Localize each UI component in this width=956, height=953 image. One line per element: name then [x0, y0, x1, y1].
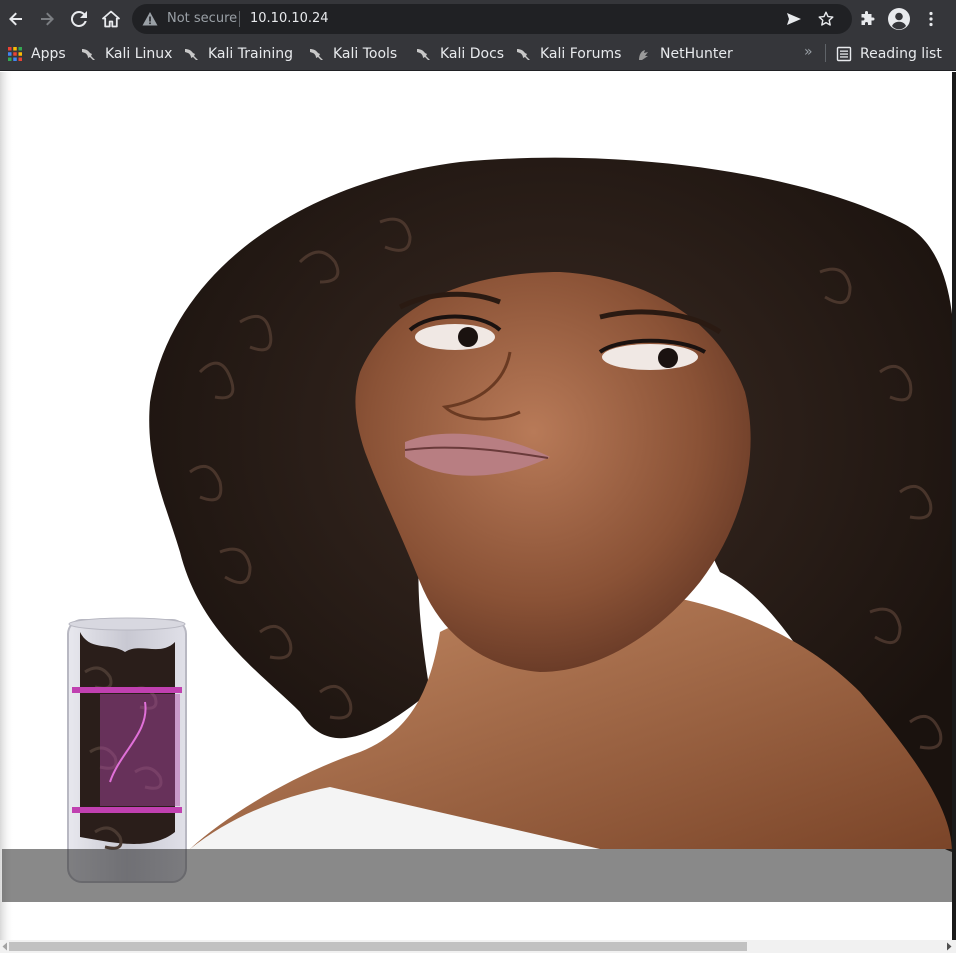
- bookmark-kali-forums[interactable]: Kali Forums: [516, 43, 621, 65]
- hero-image: [0, 72, 956, 940]
- bookmarks-bar: Apps Kali Linux Kali Training Kali Tools…: [0, 38, 956, 71]
- bookmark-label: Kali Forums: [540, 46, 622, 62]
- send-tab-button[interactable]: [778, 3, 810, 35]
- profile-button[interactable]: [883, 3, 915, 35]
- nethunter-icon: [639, 50, 648, 60]
- extensions-button[interactable]: [851, 3, 883, 35]
- bookmark-kali-linux[interactable]: Kali Linux: [81, 43, 172, 65]
- address-bar[interactable]: Not secure 10.10.10.24: [132, 4, 852, 34]
- more-vert-icon: [929, 11, 933, 27]
- kali-dragon-icon: [517, 49, 530, 60]
- security-status-label[interactable]: Not secure: [167, 11, 237, 27]
- apps-grid-icon: [8, 47, 22, 61]
- horizontal-scrollbar[interactable]: [0, 940, 956, 953]
- star-icon: [818, 11, 834, 26]
- home-icon: [102, 10, 120, 28]
- back-button[interactable]: [0, 3, 32, 35]
- puzzle-icon: [861, 11, 875, 25]
- reading-list-label: Reading list: [860, 46, 942, 62]
- bookmark-label: Kali Training: [208, 46, 293, 62]
- kali-dragon-icon: [310, 49, 323, 60]
- bookmark-star-button[interactable]: [810, 3, 842, 35]
- bookmark-kali-docs[interactable]: Kali Docs: [416, 43, 504, 65]
- bookmark-nethunter[interactable]: NetHunter: [636, 43, 733, 65]
- kali-dragon-icon: [185, 49, 198, 60]
- bookmark-kali-tools[interactable]: Kali Tools: [309, 43, 397, 65]
- bookmark-kali-training[interactable]: Kali Training: [184, 43, 293, 65]
- bookmark-label: Kali Tools: [333, 46, 398, 62]
- back-arrow-icon: [9, 12, 22, 26]
- scroll-right-arrow-icon[interactable]: [945, 942, 953, 951]
- reading-list-icon: [836, 46, 852, 62]
- send-icon: [787, 13, 801, 25]
- forward-arrow-icon: [41, 12, 54, 26]
- warning-icon: [142, 12, 158, 26]
- page-viewport: [0, 72, 956, 940]
- bookmark-apps[interactable]: Apps: [7, 43, 66, 65]
- scroll-left-arrow-icon[interactable]: [1, 942, 9, 951]
- browser-toolbar: Not secure 10.10.10.24: [0, 0, 956, 38]
- page-right-edge: [952, 72, 956, 940]
- scrollbar-thumb[interactable]: [9, 942, 747, 951]
- bookmarks-overflow-chevron[interactable]: »: [804, 44, 813, 60]
- kali-dragon-icon: [417, 49, 430, 60]
- menu-button[interactable]: [915, 3, 947, 35]
- home-button[interactable]: [95, 3, 127, 35]
- forward-button[interactable]: [31, 3, 63, 35]
- url-text[interactable]: 10.10.10.24: [250, 11, 329, 27]
- reload-button[interactable]: [63, 3, 95, 35]
- reload-icon: [71, 11, 87, 27]
- bookmark-apps-label: Apps: [31, 46, 66, 62]
- address-separator: [239, 11, 240, 27]
- reading-list-button[interactable]: Reading list: [836, 43, 942, 65]
- bookmarks-separator: [825, 44, 826, 62]
- caption-overlay: [2, 849, 952, 902]
- bookmark-label: Kali Docs: [440, 46, 505, 62]
- kali-dragon-icon: [82, 49, 95, 60]
- bookmark-label: NetHunter: [660, 46, 733, 62]
- bookmark-label: Kali Linux: [105, 46, 173, 62]
- avatar-icon: [888, 8, 910, 30]
